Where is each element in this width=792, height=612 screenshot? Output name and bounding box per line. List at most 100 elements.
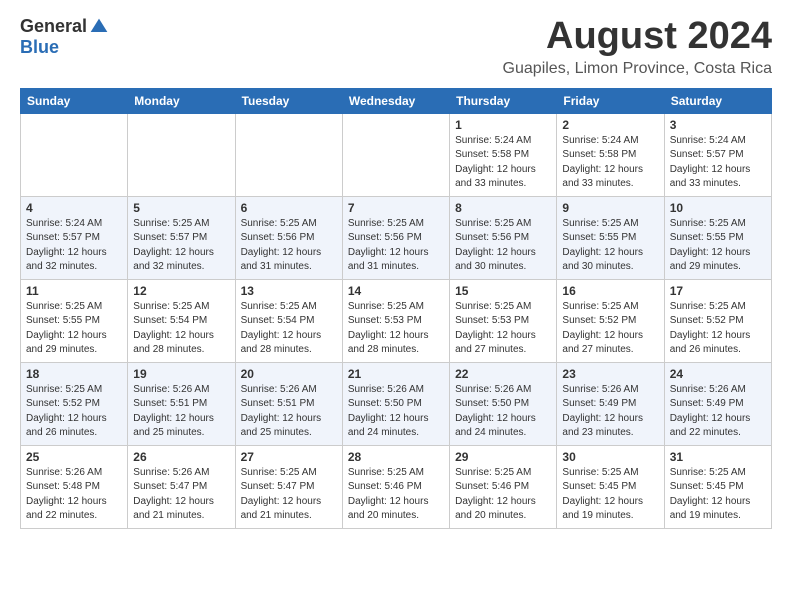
- day-info: Sunrise: 5:26 AMSunset: 5:48 PMDaylight:…: [26, 466, 122, 524]
- calendar-cell: [128, 113, 235, 196]
- calendar-cell: 17Sunrise: 5:25 AMSunset: 5:52 PMDayligh…: [664, 279, 771, 362]
- day-info: Sunrise: 5:25 AMSunset: 5:54 PMDaylight:…: [133, 300, 229, 358]
- calendar-cell: 19 Sunrise: 5:26 AMSunset: 5:51 PMDayligh…: [128, 362, 235, 445]
- calendar-cell: 13Sunrise: 5:25 AMSunset: 5:54 PMDayligh…: [235, 279, 342, 362]
- calendar-cell: 8 Sunrise: 5:25 AMSunset: 5:56 PMDaylight…: [450, 196, 557, 279]
- calendar-cell: 15 Sunrise: 5:25 AMSunset: 5:53 PMDayligh…: [450, 279, 557, 362]
- day-number: 7: [348, 201, 444, 215]
- calendar-header-sunday: Sunday: [21, 88, 128, 113]
- day-number: 30: [562, 450, 658, 464]
- calendar-header-tuesday: Tuesday: [235, 88, 342, 113]
- day-info: Sunrise: 5:25 AMSunset: 5:53 PMDaylight:…: [455, 300, 551, 358]
- calendar-cell: 10 Sunrise: 5:25 AMSunset: 5:55 PMDayligh…: [664, 196, 771, 279]
- calendar-cell: 27 Sunrise: 5:25 AMSunset: 5:47 PMDayligh…: [235, 445, 342, 528]
- day-number: 4: [26, 201, 122, 215]
- day-number: 10: [670, 201, 766, 215]
- day-info: Sunrise: 5:25 AMSunset: 5:45 PMDaylight:…: [562, 466, 658, 524]
- week-row-4: 18 Sunrise: 5:25 AMSunset: 5:52 PMDayligh…: [21, 362, 772, 445]
- day-info: Sunrise: 5:25 AMSunset: 5:46 PMDaylight:…: [348, 466, 444, 524]
- day-number: 15: [455, 284, 551, 298]
- calendar-cell: 24 Sunrise: 5:26 AMSunset: 5:49 PMDayligh…: [664, 362, 771, 445]
- day-number: 8: [455, 201, 551, 215]
- day-info: Sunrise: 5:25 AMSunset: 5:47 PMDaylight:…: [241, 466, 337, 524]
- calendar-cell: 18 Sunrise: 5:25 AMSunset: 5:52 PMDayligh…: [21, 362, 128, 445]
- calendar-cell: 14Sunrise: 5:25 AMSunset: 5:53 PMDayligh…: [342, 279, 449, 362]
- title-block: August 2024 Guapiles, Limon Province, Co…: [503, 16, 772, 78]
- calendar-header-thursday: Thursday: [450, 88, 557, 113]
- logo: General Blue: [20, 16, 109, 58]
- day-number: 29: [455, 450, 551, 464]
- calendar-cell: 4 Sunrise: 5:24 AMSunset: 5:57 PMDaylight…: [21, 196, 128, 279]
- day-info: Sunrise: 5:26 AMSunset: 5:51 PMDaylight:…: [241, 383, 337, 441]
- day-info: Sunrise: 5:26 AMSunset: 5:49 PMDaylight:…: [670, 383, 766, 441]
- day-number: 16: [562, 284, 658, 298]
- calendar-cell: 9 Sunrise: 5:25 AMSunset: 5:55 PMDaylight…: [557, 196, 664, 279]
- logo-icon: [89, 17, 109, 37]
- day-info: Sunrise: 5:26 AMSunset: 5:50 PMDaylight:…: [455, 383, 551, 441]
- day-number: 3: [670, 118, 766, 132]
- day-number: 1: [455, 118, 551, 132]
- day-info: Sunrise: 5:24 AMSunset: 5:57 PMDaylight:…: [670, 134, 766, 192]
- calendar-cell: 29 Sunrise: 5:25 AMSunset: 5:46 PMDayligh…: [450, 445, 557, 528]
- calendar-cell: 7 Sunrise: 5:25 AMSunset: 5:56 PMDaylight…: [342, 196, 449, 279]
- day-number: 28: [348, 450, 444, 464]
- day-info: Sunrise: 5:25 AMSunset: 5:56 PMDaylight:…: [348, 217, 444, 275]
- calendar-cell: 28 Sunrise: 5:25 AMSunset: 5:46 PMDayligh…: [342, 445, 449, 528]
- day-info: Sunrise: 5:25 AMSunset: 5:55 PMDaylight:…: [562, 217, 658, 275]
- week-row-5: 25Sunrise: 5:26 AMSunset: 5:48 PMDayligh…: [21, 445, 772, 528]
- day-number: 9: [562, 201, 658, 215]
- day-number: 5: [133, 201, 229, 215]
- day-number: 18: [26, 367, 122, 381]
- calendar-cell: 2 Sunrise: 5:24 AMSunset: 5:58 PMDaylight…: [557, 113, 664, 196]
- calendar-cell: 5 Sunrise: 5:25 AMSunset: 5:57 PMDaylight…: [128, 196, 235, 279]
- day-info: Sunrise: 5:26 AMSunset: 5:49 PMDaylight:…: [562, 383, 658, 441]
- day-number: 6: [241, 201, 337, 215]
- calendar-cell: [342, 113, 449, 196]
- day-info: Sunrise: 5:26 AMSunset: 5:51 PMDaylight:…: [133, 383, 229, 441]
- day-info: Sunrise: 5:24 AMSunset: 5:58 PMDaylight:…: [562, 134, 658, 192]
- day-info: Sunrise: 5:25 AMSunset: 5:56 PMDaylight:…: [455, 217, 551, 275]
- day-number: 20: [241, 367, 337, 381]
- calendar-cell: 30 Sunrise: 5:25 AMSunset: 5:45 PMDayligh…: [557, 445, 664, 528]
- week-row-3: 11 Sunrise: 5:25 AMSunset: 5:55 PMDayligh…: [21, 279, 772, 362]
- day-number: 19: [133, 367, 229, 381]
- day-number: 12: [133, 284, 229, 298]
- month-title: August 2024: [503, 16, 772, 58]
- calendar-cell: 25Sunrise: 5:26 AMSunset: 5:48 PMDayligh…: [21, 445, 128, 528]
- calendar-cell: 11 Sunrise: 5:25 AMSunset: 5:55 PMDayligh…: [21, 279, 128, 362]
- week-row-1: 1 Sunrise: 5:24 AMSunset: 5:58 PMDaylight…: [21, 113, 772, 196]
- day-number: 11: [26, 284, 122, 298]
- calendar-header-row: SundayMondayTuesdayWednesdayThursdayFrid…: [21, 88, 772, 113]
- day-number: 24: [670, 367, 766, 381]
- calendar-header-saturday: Saturday: [664, 88, 771, 113]
- calendar-cell: 20 Sunrise: 5:26 AMSunset: 5:51 PMDayligh…: [235, 362, 342, 445]
- day-number: 23: [562, 367, 658, 381]
- day-info: Sunrise: 5:25 AMSunset: 5:46 PMDaylight:…: [455, 466, 551, 524]
- calendar-cell: 23 Sunrise: 5:26 AMSunset: 5:49 PMDayligh…: [557, 362, 664, 445]
- day-info: Sunrise: 5:25 AMSunset: 5:52 PMDaylight:…: [562, 300, 658, 358]
- day-info: Sunrise: 5:25 AMSunset: 5:53 PMDaylight:…: [348, 300, 444, 358]
- calendar-header-wednesday: Wednesday: [342, 88, 449, 113]
- day-info: Sunrise: 5:25 AMSunset: 5:57 PMDaylight:…: [133, 217, 229, 275]
- day-info: Sunrise: 5:24 AMSunset: 5:57 PMDaylight:…: [26, 217, 122, 275]
- day-number: 27: [241, 450, 337, 464]
- page-header: General Blue August 2024 Guapiles, Limon…: [20, 16, 772, 78]
- day-number: 31: [670, 450, 766, 464]
- calendar-cell: 12 Sunrise: 5:25 AMSunset: 5:54 PMDayligh…: [128, 279, 235, 362]
- calendar-cell: 1Sunrise: 5:24 AMSunset: 5:58 PMDaylight…: [450, 113, 557, 196]
- calendar-cell: [21, 113, 128, 196]
- day-number: 13: [241, 284, 337, 298]
- calendar-header-monday: Monday: [128, 88, 235, 113]
- day-info: Sunrise: 5:25 AMSunset: 5:52 PMDaylight:…: [26, 383, 122, 441]
- calendar-cell: 31 Sunrise: 5:25 AMSunset: 5:45 PMDayligh…: [664, 445, 771, 528]
- day-number: 2: [562, 118, 658, 132]
- calendar-header-friday: Friday: [557, 88, 664, 113]
- day-info: Sunrise: 5:25 AMSunset: 5:45 PMDaylight:…: [670, 466, 766, 524]
- day-number: 22: [455, 367, 551, 381]
- day-number: 26: [133, 450, 229, 464]
- calendar-cell: 22 Sunrise: 5:26 AMSunset: 5:50 PMDayligh…: [450, 362, 557, 445]
- calendar-cell: 21Sunrise: 5:26 AMSunset: 5:50 PMDayligh…: [342, 362, 449, 445]
- day-info: Sunrise: 5:25 AMSunset: 5:55 PMDaylight:…: [670, 217, 766, 275]
- day-info: Sunrise: 5:25 AMSunset: 5:55 PMDaylight:…: [26, 300, 122, 358]
- day-number: 17: [670, 284, 766, 298]
